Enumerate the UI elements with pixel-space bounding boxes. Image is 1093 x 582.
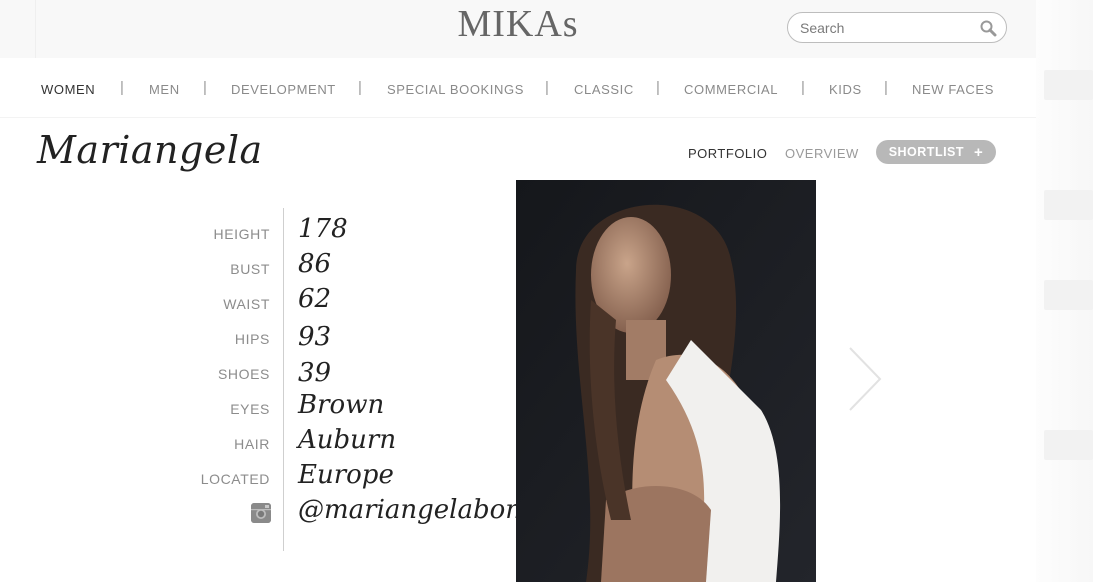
- stat-label-height: HEIGHT: [213, 226, 270, 242]
- right-margin-strip: [1036, 0, 1093, 582]
- ghost-block: [1044, 190, 1093, 220]
- ghost-block: [1044, 70, 1093, 100]
- stat-label-eyes: EYES: [230, 401, 270, 417]
- stat-label-waist: WAIST: [223, 296, 270, 312]
- instagram-icon[interactable]: [251, 503, 271, 523]
- nav-item-commercial[interactable]: COMMERCIAL: [684, 82, 778, 97]
- model-photo-image: [516, 180, 816, 582]
- search-input[interactable]: [800, 18, 970, 38]
- shortlist-button[interactable]: SHORTLIST +: [876, 140, 996, 164]
- stat-label-located: LOCATED: [200, 471, 270, 487]
- header: MIKAs: [0, 0, 1036, 58]
- nav-item-kids[interactable]: KIDS: [829, 82, 862, 97]
- stats-divider: [283, 208, 284, 551]
- stat-value-hair: Auburn: [298, 425, 397, 455]
- nav-separator: |: [884, 79, 888, 96]
- stat-value-shoes: 39: [298, 358, 332, 388]
- nav-separator: |: [203, 79, 207, 96]
- model-name: Mariangela: [37, 128, 263, 172]
- stat-label-hair: HAIR: [234, 436, 270, 452]
- stat-value-waist: 62: [298, 284, 332, 314]
- ghost-block: [1044, 430, 1093, 460]
- nav-separator: |: [801, 79, 805, 96]
- stat-label-shoes: SHOES: [217, 366, 270, 382]
- nav-item-new-faces[interactable]: NEW FACES: [912, 82, 994, 97]
- nav-separator: |: [656, 79, 660, 96]
- nav-item-men[interactable]: MEN: [149, 82, 180, 97]
- nav-item-development[interactable]: DEVELOPMENT: [231, 82, 336, 97]
- stat-value-bust: 86: [298, 249, 332, 279]
- tab-overview[interactable]: OVERVIEW: [785, 146, 859, 161]
- nav-item-classic[interactable]: CLASSIC: [574, 82, 634, 97]
- nav-separator: |: [545, 79, 549, 96]
- shortlist-label: SHORTLIST: [888, 145, 965, 159]
- stat-value-located: Europe: [298, 460, 394, 490]
- tab-portfolio[interactable]: PORTFOLIO: [688, 146, 767, 161]
- plus-icon: +: [974, 143, 984, 161]
- stat-value-hips: 93: [298, 322, 332, 352]
- search-icon[interactable]: [979, 19, 997, 37]
- stat-label-bust: BUST: [230, 261, 270, 277]
- next-arrow-icon[interactable]: [846, 346, 884, 412]
- page: MIKAs WOMEN | MEN | DEVELOPMENT | SPECIA…: [0, 0, 1093, 582]
- category-nav: WOMEN | MEN | DEVELOPMENT | SPECIAL BOOK…: [0, 58, 1036, 118]
- stat-value-height: 178: [298, 214, 348, 244]
- nav-separator: |: [120, 79, 124, 96]
- nav-item-women[interactable]: WOMEN: [41, 82, 95, 97]
- stat-label-hips: HIPS: [234, 331, 270, 347]
- nav-separator: |: [358, 79, 362, 96]
- portfolio-photo[interactable]: [516, 180, 816, 582]
- nav-item-special-bookings[interactable]: SPECIAL BOOKINGS: [387, 82, 524, 97]
- stat-value-eyes: Brown: [298, 390, 385, 420]
- ghost-block: [1044, 280, 1093, 310]
- search-box[interactable]: [787, 12, 1007, 43]
